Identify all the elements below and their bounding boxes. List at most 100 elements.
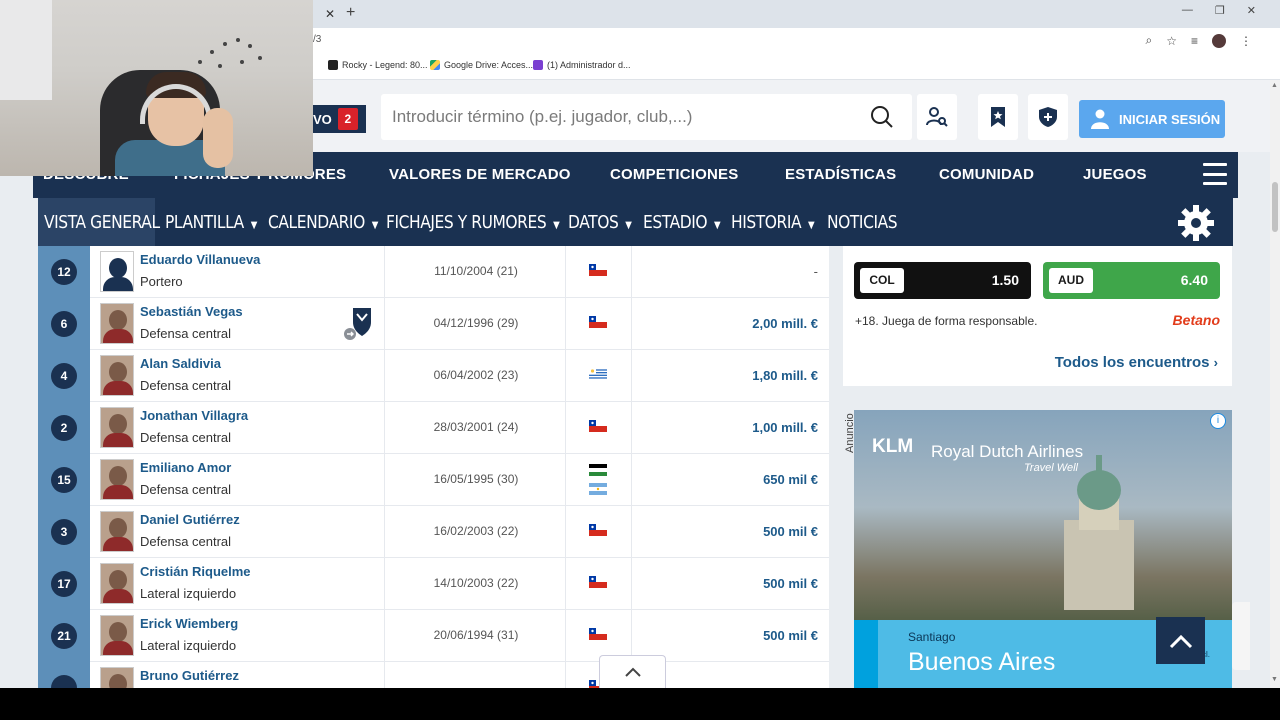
player-name-link[interactable]: Emiliano Amor [140,460,231,475]
club-transfer-icon[interactable] [343,306,373,342]
tab-plantilla[interactable]: PLANTILLA ▼ [165,212,257,233]
recaptcha-badge[interactable] [1232,602,1250,670]
address-bar[interactable]: /3 [313,34,321,45]
shield-button[interactable] [1028,94,1068,140]
screen: ✕ + — ❐ ✕ /3 ⌕ ☆ ≡ ⋮ Rocky - Legend: 80.… [0,0,1280,688]
player-photo[interactable] [100,355,134,396]
player-name-link[interactable]: Daniel Gutiérrez [140,512,240,527]
player-photo[interactable] [100,251,134,292]
ad-origin: Santiago [908,630,956,644]
shirt-number: 4 [51,363,77,389]
chile-flag-icon [589,627,607,640]
player-name-link[interactable]: Eduardo Villanueva [140,252,260,267]
player-name-link[interactable]: Alan Saldivia [140,356,221,371]
shirt-number: 21 [51,623,77,649]
scroll-up-arrow-icon[interactable]: ▲ [1271,82,1278,89]
ad-info-icon[interactable]: i [1210,413,1226,429]
close-window-icon[interactable]: ✕ [1247,4,1256,17]
market-value[interactable]: 1,00 mill. € [752,420,818,435]
window-controls: — ❐ ✕ [1182,4,1256,17]
page-scrollbar[interactable]: ▲ ▼ [1270,80,1280,688]
table-row: 2 Jonathan Villagra Defensa central 28/03/2… [38,402,829,454]
player-name-link[interactable]: Cristián Riquelme [140,564,251,579]
market-value[interactable]: 1,80 mill. € [752,368,818,383]
bookmark-item[interactable]: (1) Administrador d... [533,60,631,70]
player-photo[interactable] [100,563,134,604]
bet-away-button[interactable]: AUD 6.40 [1043,262,1220,299]
shirt-number: 15 [51,467,77,493]
player-photo[interactable] [100,615,134,656]
reading-list-icon[interactable]: ≡ [1191,34,1198,48]
market-value[interactable]: 2,00 mill. € [752,316,818,331]
menu-kebab-icon[interactable]: ⋮ [1240,34,1252,48]
webcam-wall-decoration [198,38,262,68]
player-photo[interactable] [100,459,134,500]
player-photo[interactable] [100,511,134,552]
user-search-button[interactable] [917,94,957,140]
klm-logo: KLM [872,436,914,457]
nav-item-estadisticas[interactable]: ESTADÍSTICAS [785,166,896,183]
player-photo[interactable] [100,303,134,344]
scroll-down-arrow-icon[interactable]: ▼ [1271,676,1278,683]
market-value[interactable]: - [814,264,818,279]
tab-historia[interactable]: HISTORIA ▼ [731,212,815,233]
nav-item-comunidad[interactable]: COMUNIDAD [939,166,1034,183]
player-position: Defensa central [140,534,232,549]
tab-noticias[interactable]: NOTICIAS [827,212,898,233]
tab-close-icon[interactable]: ✕ [322,6,338,22]
minimize-icon[interactable]: — [1182,4,1193,17]
tab-calendario[interactable]: CALENDARIO ▼ [268,212,378,233]
shirt-number: 2 [51,415,77,441]
player-name-link[interactable]: Jonathan Villagra [140,408,248,423]
column-divider [631,558,632,610]
collapse-panel-button[interactable] [599,655,666,688]
market-value[interactable]: 500 mil € [763,576,818,591]
restore-icon[interactable]: ❐ [1215,4,1225,17]
search-icon[interactable] [870,105,894,129]
bookmark-star-icon[interactable]: ☆ [1166,34,1177,48]
betano-logo[interactable]: Betano [1173,312,1220,328]
player-name-link[interactable]: Sebastián Vegas [140,304,243,319]
market-value[interactable]: 650 mil € [763,472,818,487]
nav-item-juegos[interactable]: JUEGOS [1083,166,1147,183]
shirt-number-cell: 3 [38,506,90,558]
tab-datos[interactable]: DATOS ▼ [568,212,632,233]
gear-icon[interactable] [1177,204,1215,242]
new-tab-icon[interactable]: + [346,5,355,21]
live-matches-badge[interactable]: VO 2 [313,105,366,133]
search-input[interactable] [392,106,862,128]
birth-date-age: 16/05/1995 (30) [433,472,519,486]
login-button[interactable]: INICIAR SESIÓN [1079,100,1225,138]
profile-avatar[interactable] [1212,33,1226,48]
tab-vista-general[interactable]: VISTA GENERAL [44,212,160,233]
player-position: Defensa central [140,326,232,341]
live-label: VO [313,111,332,127]
column-divider [384,350,385,402]
zoom-icon[interactable]: ⌕ [1145,33,1152,48]
player-photo[interactable] [100,407,134,448]
scrollbar-thumb[interactable] [1272,182,1278,232]
chile-flag-icon [589,575,607,588]
tab-estadio[interactable]: ESTADIO ▼ [643,212,721,233]
market-value[interactable]: 500 mil € [763,628,818,643]
bookmark-item[interactable]: Rocky - Legend: 80... [328,60,428,70]
nav-item-competiciones[interactable]: COMPETICIONES [610,166,738,183]
column-divider [631,402,632,454]
scroll-to-top-button[interactable] [1156,617,1205,664]
shirt-number-cell: 17 [38,558,90,610]
tab-plantilla-label: PLANTILLA [165,212,244,233]
tab-fichajes-rumores[interactable]: FICHAJES Y RUMORES ▼ [386,212,560,233]
webcam-hand [203,108,233,168]
all-matches-link[interactable]: Todos los encuentros › [1055,354,1218,371]
table-row: 6 Sebastián Vegas Defensa central 04/12/199… [38,298,829,350]
betting-widget: COL 1.50 AUD 6.40 +18. Juega de forma re… [843,246,1232,386]
bookmark-item[interactable]: Google Drive: Acces... [430,60,533,70]
bet-home-button[interactable]: COL 1.50 [854,262,1031,299]
market-value[interactable]: 500 mil € [763,524,818,539]
player-photo[interactable] [100,667,134,688]
player-name-link[interactable]: Erick Wiemberg [140,616,238,631]
player-name-link[interactable]: Bruno Gutiérrez [140,668,239,683]
hamburger-menu-icon[interactable] [1203,163,1227,185]
nav-item-valores[interactable]: VALORES DE MERCADO [389,166,571,183]
watchlist-button[interactable] [978,94,1018,140]
